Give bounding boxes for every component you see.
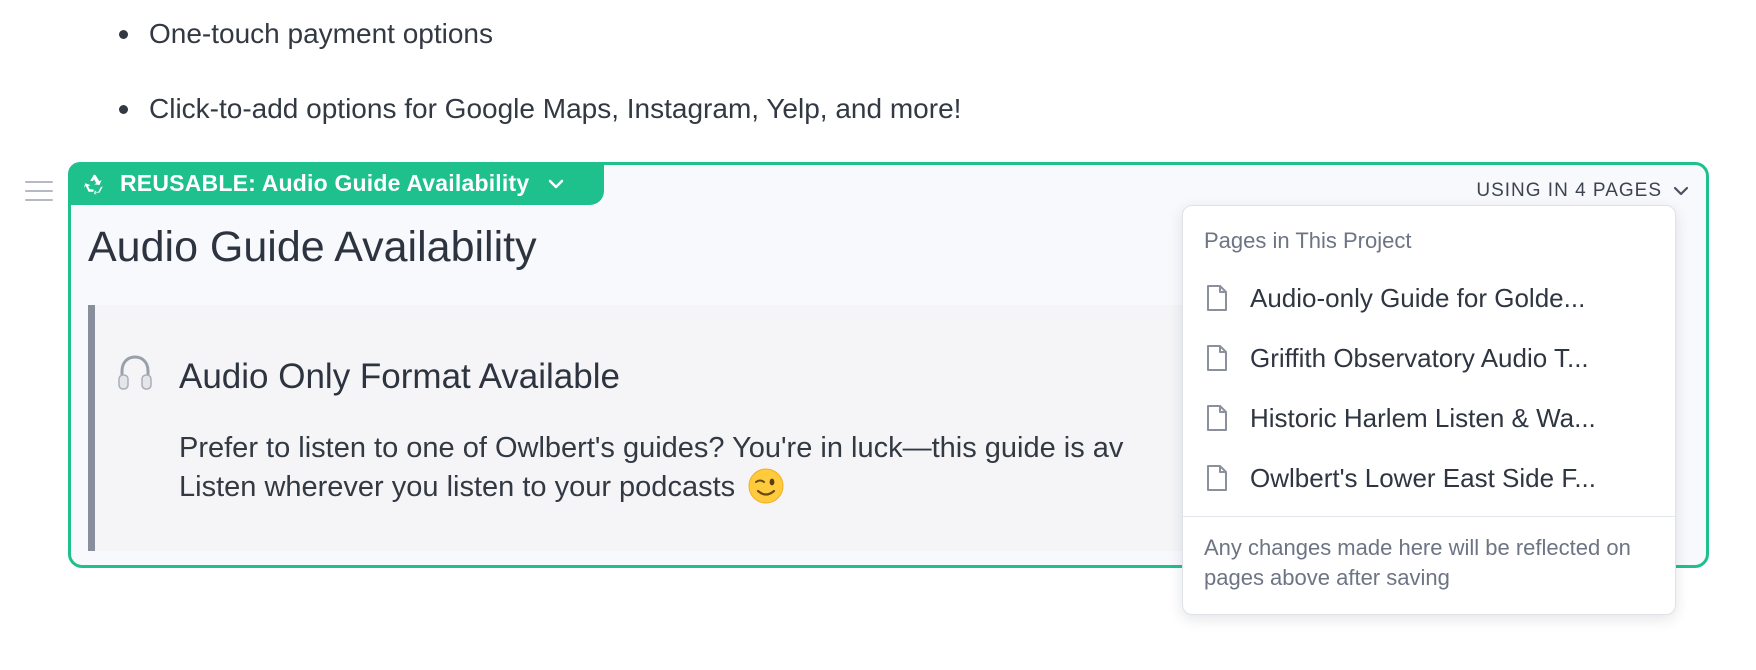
dropdown-divider — [1183, 516, 1675, 517]
bullet-list: One-touch payment options Click-to-add o… — [119, 12, 961, 162]
usage-pages-dropdown: Pages in This Project Audio-only Guide f… — [1182, 205, 1676, 615]
bullet-dot — [119, 30, 128, 39]
bullet-text: Click-to-add options for Google Maps, In… — [149, 93, 962, 124]
dropdown-footer-note: Any changes made here will be reflected … — [1204, 535, 1631, 590]
page-list-item-label: Owlbert's Lower East Side F... — [1250, 462, 1596, 493]
recycle-icon — [83, 174, 103, 195]
page-list-item[interactable]: Owlbert's Lower East Side F... — [1183, 448, 1675, 508]
callout-body-line: Listen wherever you listen to your podca… — [179, 467, 1179, 506]
reusable-tag-button[interactable]: REUSABLE: Audio Guide Availability — [68, 162, 604, 205]
page-list-item-label: Historic Harlem Listen & Wa... — [1250, 402, 1596, 433]
headphones-icon — [118, 355, 152, 390]
bullet-item: One-touch payment options — [119, 12, 961, 56]
callout-body-text: Listen wherever you listen to your podca… — [179, 471, 736, 503]
chevron-down-icon — [549, 179, 564, 188]
callout-body-line: Prefer to listen to one of Owlbert's gui… — [179, 432, 1124, 464]
usage-pages-label: USING IN 4 PAGES — [1476, 180, 1662, 201]
page-list-item-label: Audio-only Guide for Golde... — [1250, 282, 1586, 313]
page-list: Audio-only Guide for Golde... Griffith O… — [1183, 268, 1675, 508]
callout-body: Prefer to listen to one of Owlbert's gui… — [179, 430, 1179, 506]
block-title: Audio Guide Availability — [88, 223, 537, 271]
usage-pages-toggle[interactable]: USING IN 4 PAGES — [1476, 177, 1690, 205]
bullet-dot — [119, 105, 128, 114]
reusable-tag-label: REUSABLE: Audio Guide Availability — [120, 170, 530, 196]
winking-face-emoji — [748, 468, 784, 504]
bullet-text: One-touch payment options — [149, 18, 493, 49]
page-list-item[interactable]: Historic Harlem Listen & Wa... — [1183, 388, 1675, 448]
document-icon — [1207, 345, 1227, 371]
document-icon — [1207, 405, 1227, 431]
drag-handle-icon[interactable] — [25, 181, 53, 203]
bullet-item: Click-to-add options for Google Maps, In… — [119, 87, 961, 131]
document-icon — [1207, 465, 1227, 491]
callout-title: Audio Only Format Available — [179, 357, 620, 396]
dropdown-header: Pages in This Project — [1204, 228, 1412, 253]
document-icon — [1207, 285, 1227, 311]
chevron-down-icon — [1673, 186, 1689, 196]
page-list-item-label: Griffith Observatory Audio T... — [1250, 342, 1589, 373]
page-list-item[interactable]: Audio-only Guide for Golde... — [1183, 268, 1675, 328]
page-list-item[interactable]: Griffith Observatory Audio T... — [1183, 328, 1675, 388]
